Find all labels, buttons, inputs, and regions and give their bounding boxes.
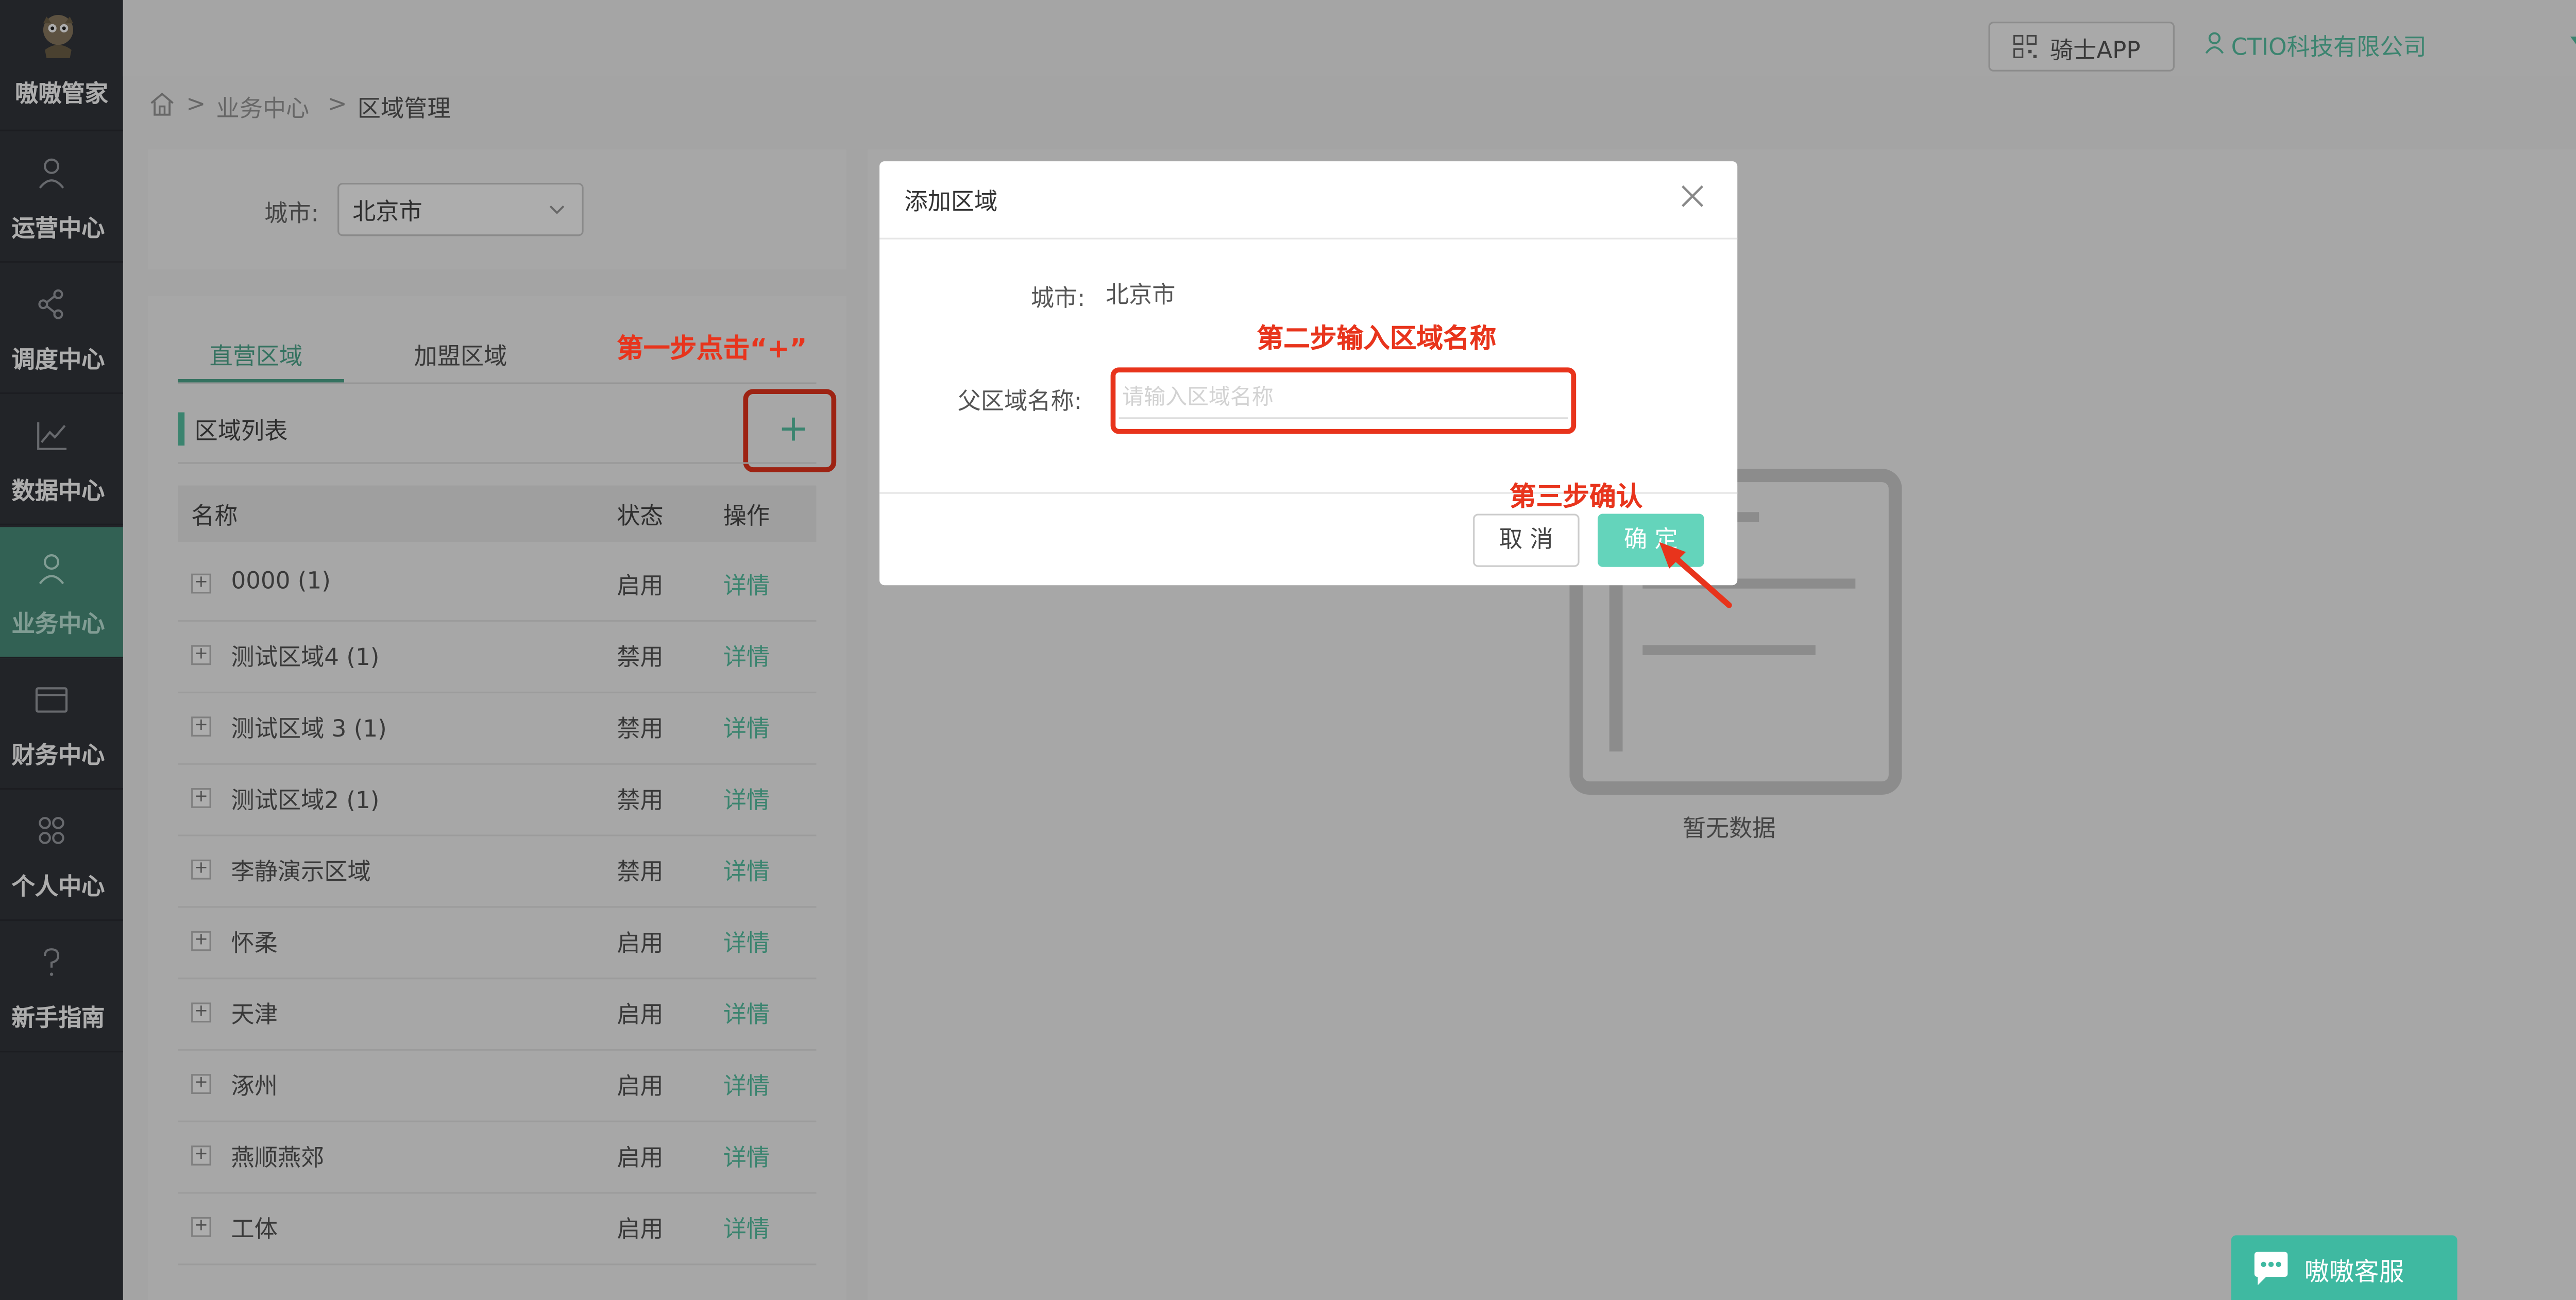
annotation-arrow-icon	[1659, 542, 1732, 608]
region-name-input[interactable]	[1118, 375, 1571, 419]
parent-region-label: 父区域名称:	[957, 389, 1082, 416]
dialog-title: 添加区域	[904, 189, 998, 216]
customer-service-label: 嗷嗷客服	[2304, 1257, 2404, 1287]
annotation-step2: 第二步输入区域名称	[1257, 322, 1497, 354]
input-underline	[1118, 417, 1568, 419]
dialog-city-value: 北京市	[1105, 282, 1176, 310]
close-icon[interactable]	[1681, 184, 1704, 208]
annotation-step3: 第三步确认	[1510, 480, 1643, 512]
cancel-button[interactable]: 取 消	[1473, 514, 1580, 567]
dialog-city-label: 城市:	[1030, 286, 1086, 313]
add-region-dialog: 添加区域 城市: 北京市 父区域名称: 取 消 确 定	[879, 161, 1738, 586]
chat-icon	[2254, 1252, 2288, 1286]
annotation-step1: 第一步点击“+”	[617, 332, 807, 364]
customer-service-button[interactable]: 嗷嗷客服	[2231, 1235, 2458, 1300]
dialog-header-divider	[879, 237, 1738, 240]
